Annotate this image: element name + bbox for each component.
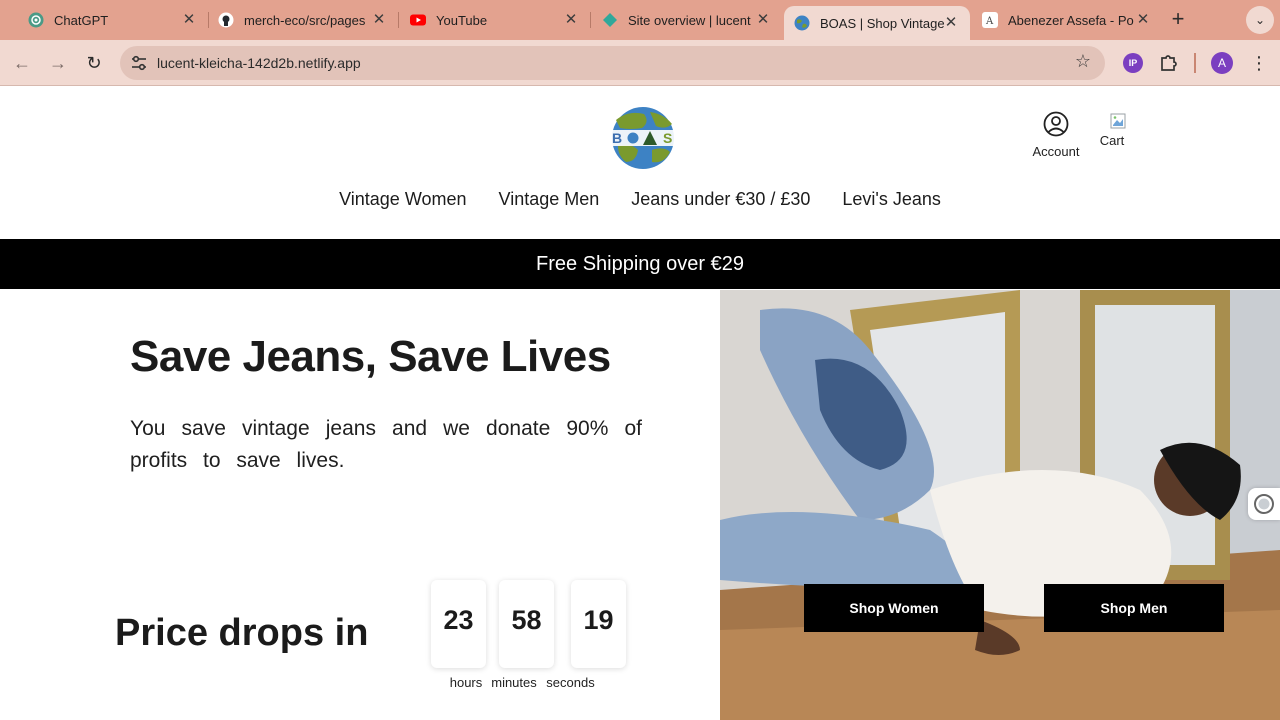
site-settings-icon[interactable] xyxy=(130,54,148,72)
cart-label: Cart xyxy=(1099,133,1125,148)
tab-divider xyxy=(590,12,591,28)
close-tab-icon[interactable]: ✕ xyxy=(1134,11,1152,29)
countdown-seconds-label: seconds xyxy=(546,675,595,690)
svg-text:A: A xyxy=(985,16,994,27)
nav-vintage-men[interactable]: Vintage Men xyxy=(483,189,616,210)
tab-github[interactable]: merch-eco/src/pages ✕ xyxy=(208,0,398,40)
close-tab-icon[interactable]: ✕ xyxy=(562,11,580,29)
hero-headline: Save Jeans, Save Lives xyxy=(130,332,611,381)
close-tab-icon[interactable]: ✕ xyxy=(942,14,960,32)
hero-photo-model-in-jeans xyxy=(720,290,1280,720)
tab-title: Site overview | lucent xyxy=(628,12,751,28)
close-tab-icon[interactable]: ✕ xyxy=(370,11,388,29)
url-text[interactable]: lucent-kleicha-142d2b.netlify.app xyxy=(157,55,361,71)
tab-divider xyxy=(398,12,399,28)
announcement-banner: Free Shipping over €29 xyxy=(0,239,1280,289)
main-navigation: Vintage Women Vintage Men Jeans under €3… xyxy=(0,189,1280,210)
close-tab-icon[interactable]: ✕ xyxy=(180,11,198,29)
tab-title: BOAS | Shop Vintage xyxy=(820,15,945,31)
tab-search-chevron-icon[interactable]: ⌄ xyxy=(1246,6,1274,34)
chatgpt-icon xyxy=(28,12,44,28)
youtube-icon xyxy=(410,12,426,28)
countdown-minutes-label: minutes xyxy=(491,675,537,690)
close-tab-icon[interactable]: ✕ xyxy=(754,11,772,29)
tab-title: Abenezer Assefa - Po xyxy=(1008,12,1134,28)
tab-title: YouTube xyxy=(436,12,488,28)
countdown-seconds: 19 xyxy=(571,580,626,668)
reload-icon[interactable]: ↻ xyxy=(81,50,107,76)
shop-men-button[interactable]: Shop Men xyxy=(1044,584,1224,632)
back-arrow-icon[interactable]: ← xyxy=(9,50,35,76)
tab-chatgpt[interactable]: ChatGPT ✕ xyxy=(18,0,208,40)
shop-women-button[interactable]: Shop Women xyxy=(804,584,984,632)
page-icon: A xyxy=(982,12,998,28)
tab-youtube[interactable]: YouTube ✕ xyxy=(400,0,590,40)
github-icon xyxy=(218,12,234,28)
extensions-puzzle-icon[interactable] xyxy=(1158,51,1180,73)
toolbar-divider xyxy=(1194,53,1196,73)
floating-widget-icon[interactable] xyxy=(1248,488,1280,520)
bookmark-star-icon[interactable]: ☆ xyxy=(1075,51,1091,72)
profile-avatar[interactable]: A xyxy=(1211,52,1233,74)
tab-title: ChatGPT xyxy=(54,12,109,28)
hero-subcopy-line: You save vintage jeans and we donate 90%… xyxy=(130,417,642,440)
nav-jeans-under-30[interactable]: Jeans under €30 / £30 xyxy=(615,189,826,210)
countdown-minutes: 58 xyxy=(499,580,554,668)
broken-image-icon xyxy=(1110,113,1126,129)
nav-levis-jeans[interactable]: Levi's Jeans xyxy=(826,189,957,210)
logo-letter-b: B xyxy=(612,130,622,146)
account-user-icon xyxy=(1043,111,1069,137)
tab-netlify[interactable]: Site overview | lucent ✕ xyxy=(592,0,782,40)
hero-subcopy-line: profits to save lives. xyxy=(130,449,345,472)
forward-arrow-icon[interactable]: → xyxy=(45,50,71,76)
tab-portfolio[interactable]: A Abenezer Assefa - Po ✕ xyxy=(972,0,1162,40)
nav-vintage-women[interactable]: Vintage Women xyxy=(323,189,482,210)
extension-ip-icon[interactable]: IP xyxy=(1123,53,1143,73)
browser-tab-strip: ChatGPT ✕ merch-eco/src/pages ✕ YouTube … xyxy=(0,0,1280,40)
logo-letter-s: S xyxy=(663,130,672,146)
boas-logo[interactable]: B S xyxy=(606,106,680,170)
browser-toolbar: ← → ↻ lucent-kleicha-142d2b.netlify.app … xyxy=(0,40,1280,86)
address-bar[interactable]: lucent-kleicha-142d2b.netlify.app ☆ xyxy=(120,46,1105,80)
hero-text-section: Save Jeans, Save Lives You save vintage … xyxy=(0,290,720,720)
boas-favicon xyxy=(794,15,810,31)
cart-link[interactable]: Cart xyxy=(1098,111,1126,148)
new-tab-button[interactable]: + xyxy=(1166,8,1190,32)
tab-title: merch-eco/src/pages xyxy=(244,12,366,28)
account-link[interactable]: Account xyxy=(1030,111,1082,159)
hero-subcopy: You save vintage jeans and we donate 90%… xyxy=(130,413,642,477)
account-label: Account xyxy=(1032,144,1080,159)
hero-image-section: Shop Women Shop Men xyxy=(720,290,1280,720)
browser-menu-icon[interactable]: ⋮ xyxy=(1250,51,1268,75)
countdown-title: Price drops in xyxy=(115,612,369,654)
web-page: B S Account Cart Vintage Women Vintage M… xyxy=(0,87,1280,720)
countdown-hours: 23 xyxy=(431,580,486,668)
netlify-icon xyxy=(602,12,618,28)
tab-boas-active[interactable]: BOAS | Shop Vintage ✕ xyxy=(784,6,970,40)
